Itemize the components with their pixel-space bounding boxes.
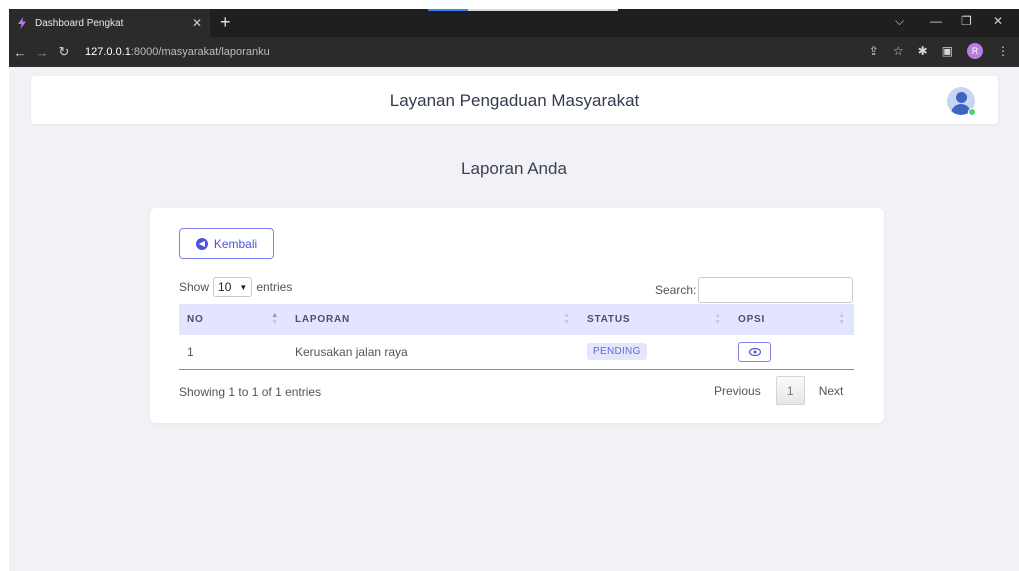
search-control: Search:	[655, 277, 854, 303]
share-icon[interactable]: ⇪	[869, 44, 879, 58]
page-title: Laporan Anda	[461, 159, 567, 178]
tab-search-icon[interactable]: ⌵	[895, 14, 904, 29]
tab-bar: Dashboard Pengkat ✕ + ⌵ — ❐ ✕	[9, 9, 1019, 37]
tab-close-icon[interactable]: ✕	[192, 16, 202, 30]
table-row: 1 Kerusakan jalan raya PENDING	[179, 335, 854, 369]
report-card: ◀ Kembali Show 10 ▼ entries Search: NO ▲ ▼	[150, 208, 884, 423]
status-badge: PENDING	[587, 343, 647, 361]
entries-value: 10	[218, 280, 232, 294]
column-header-no[interactable]: NO ▲ ▼	[179, 304, 287, 335]
show-label: Show	[179, 280, 210, 294]
forward-arrow-icon[interactable]: →	[31, 45, 53, 60]
url-path: :8000/masyarakat/laporanku	[130, 46, 270, 58]
pagination-previous[interactable]: Previous	[705, 384, 770, 398]
avatar-head-shape	[956, 92, 967, 103]
table-header-row: NO ▲ ▼ LAPORAN ▲ ▼ STATUS ▲ ▼ OPSI ▲ ▼	[179, 304, 854, 335]
eye-icon	[748, 347, 761, 356]
header-title: Layanan Pengaduan Masyarakat	[389, 91, 640, 110]
tab-strip-accent	[428, 9, 468, 11]
pagination: Previous 1 Next	[705, 376, 851, 405]
cell-laporan: Kerusakan jalan raya	[295, 344, 408, 359]
pagination-next[interactable]: Next	[811, 384, 852, 398]
column-header-laporan[interactable]: LAPORAN ▲ ▼	[287, 304, 579, 335]
sort-asc-icon: ▲ ▼	[271, 312, 279, 326]
url-host: 127.0.0.1	[85, 46, 131, 58]
search-input[interactable]	[698, 277, 854, 303]
column-header-opsi[interactable]: OPSI ▲ ▼	[730, 304, 854, 335]
toolbar-actions: ⇪ ☆ ✱ ▣ R ⋮	[869, 43, 1009, 59]
page-content: Layanan Pengaduan Masyarakat Laporan And…	[9, 67, 1019, 571]
online-status-indicator	[968, 108, 976, 116]
report-table: NO ▲ ▼ LAPORAN ▲ ▼ STATUS ▲ ▼ OPSI ▲ ▼ 1 Kerusak…	[179, 304, 854, 370]
window-close-icon[interactable]: ✕	[993, 14, 1003, 28]
browser-window: Dashboard Pengkat ✕ + ⌵ — ❐ ✕ ← → ↻ i 12…	[0, 0, 1019, 571]
pagination-page-1[interactable]: 1	[775, 376, 805, 405]
cell-opsi	[730, 335, 854, 369]
app-favicon-icon	[18, 17, 26, 29]
app-header: Layanan Pengaduan Masyarakat	[31, 76, 998, 124]
cell-no: 1	[187, 344, 194, 359]
tab-strip-divider	[468, 9, 618, 11]
table-info: Showing 1 to 1 of 1 entries	[179, 385, 322, 399]
reload-icon[interactable]: ↻	[53, 44, 75, 60]
view-button[interactable]	[738, 341, 771, 362]
entries-label: entries	[256, 280, 293, 294]
restore-icon[interactable]: ❐	[961, 14, 972, 28]
column-header-status[interactable]: STATUS ▲ ▼	[579, 304, 730, 335]
extensions-icon[interactable]: ✱	[918, 44, 928, 58]
back-arrow-icon[interactable]: ←	[9, 45, 31, 60]
back-button[interactable]: ◀ Kembali	[179, 228, 274, 259]
entries-select[interactable]: 10 ▼	[213, 277, 253, 297]
entries-length-control: Show 10 ▼ entries	[179, 277, 292, 297]
browser-tab[interactable]: Dashboard Pengkat ✕	[9, 9, 210, 37]
chevron-down-icon: ▼	[239, 282, 248, 292]
sort-icon: ▲ ▼	[714, 312, 722, 326]
back-button-label: Kembali	[213, 236, 258, 251]
sort-icon: ▲ ▼	[563, 312, 571, 326]
bookmark-star-icon[interactable]: ☆	[893, 44, 904, 58]
address-bar[interactable]: i 127.0.0.1 :8000/masyarakat/laporanku	[38, 46, 270, 225]
browser-toolbar: ← → ↻ i 127.0.0.1 :8000/masyarakat/lapor…	[9, 37, 1019, 225]
menu-kebab-icon[interactable]: ⋮	[997, 44, 1009, 58]
search-label: Search:	[655, 283, 697, 297]
profile-avatar[interactable]: R	[967, 43, 983, 59]
tab-title: Dashboard Pengkat	[35, 17, 124, 29]
side-panel-icon[interactable]: ▣	[942, 44, 953, 58]
new-tab-icon[interactable]: +	[220, 12, 231, 32]
sort-icon: ▲ ▼	[838, 312, 846, 326]
arrow-left-circle-icon: ◀	[195, 237, 208, 250]
cell-status: PENDING	[579, 335, 730, 369]
minimize-icon[interactable]: —	[930, 14, 942, 28]
